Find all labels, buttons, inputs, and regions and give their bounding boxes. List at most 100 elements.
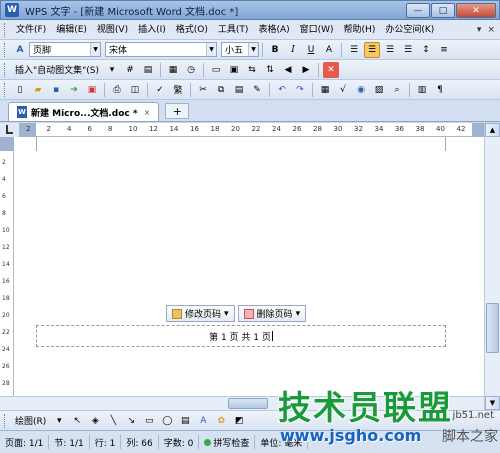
pdf-icon[interactable]: ▣	[84, 82, 100, 98]
chevron-down-icon[interactable]: ▼	[248, 43, 258, 56]
chevron-down-icon[interactable]: ▼	[90, 43, 100, 56]
fill-color-icon[interactable]: ◩	[231, 413, 247, 429]
next-icon[interactable]: ▶	[298, 62, 314, 78]
select-pointer-icon[interactable]: ↖	[69, 413, 85, 429]
page-count-icon[interactable]: ▤	[140, 62, 156, 78]
list-icon[interactable]: ≡	[436, 42, 452, 58]
scroll-thumb[interactable]	[486, 303, 499, 353]
undo-icon[interactable]: ↶	[274, 82, 290, 98]
textbox-icon[interactable]: ▤	[177, 413, 193, 429]
time-icon[interactable]: ◷	[183, 62, 199, 78]
same-as-previous-icon[interactable]: ⇆	[244, 62, 260, 78]
show-text-icon[interactable]: ▣	[226, 62, 242, 78]
show-marks-icon[interactable]: ¶	[432, 82, 448, 98]
menu-tools[interactable]: 工具(T)	[213, 20, 254, 40]
italic-button[interactable]: I	[285, 42, 301, 58]
new-doc-icon[interactable]: ▯	[12, 82, 28, 98]
style-select[interactable]: 页脚 ▼	[29, 42, 101, 57]
status-spell-check[interactable]: 拼写检查	[199, 435, 256, 449]
menu-office-space[interactable]: 办公空间(K)	[380, 20, 439, 40]
new-tab-button[interactable]: +	[165, 103, 190, 119]
clipart-icon[interactable]: ✿	[213, 413, 229, 429]
align-justify-icon[interactable]: ☰	[400, 42, 416, 58]
insert-autotext-button[interactable]: 插入"自动图文集"(S)	[11, 63, 103, 76]
bold-button[interactable]: B	[267, 42, 283, 58]
font-select[interactable]: 宋体 ▼	[105, 42, 217, 57]
toolbar-grip[interactable]	[4, 22, 7, 37]
font-size-select[interactable]: 小五 ▼	[221, 42, 259, 57]
footer-area[interactable]: 第 1 页 共 1 页	[36, 325, 446, 347]
scroll-up-icon[interactable]: ▲	[485, 123, 500, 137]
status-word-count[interactable]: 字数: 0	[159, 435, 200, 449]
menu-view[interactable]: 视图(V)	[92, 20, 133, 40]
table-icon[interactable]: ▦	[317, 82, 333, 98]
line-spacing-icon[interactable]: ↕	[418, 42, 434, 58]
ellipse-icon[interactable]: ◯	[159, 413, 175, 429]
open-folder-icon[interactable]: ▰	[30, 82, 46, 98]
draw-menu-button[interactable]: 绘图(R)	[11, 414, 50, 427]
save-icon[interactable]: ▪	[48, 82, 64, 98]
menu-edit[interactable]: 编辑(E)	[51, 20, 92, 40]
hyperlink-icon[interactable]: ◉	[353, 82, 369, 98]
font-color-button[interactable]: A	[321, 42, 337, 58]
vertical-ruler[interactable]: 24681012141618202224262830	[0, 137, 14, 410]
formula-icon[interactable]: √	[335, 82, 351, 98]
toolbar-grip[interactable]	[4, 413, 7, 428]
page-setup-icon[interactable]: ▭	[208, 62, 224, 78]
chevron-down-icon[interactable]: ▾	[51, 413, 67, 429]
close-header-footer-icon[interactable]: ✕	[323, 61, 340, 78]
chevron-down-icon[interactable]: ▼	[206, 43, 216, 56]
chevron-down-icon[interactable]: ▾	[104, 62, 120, 78]
picture-icon[interactable]: ▨	[371, 82, 387, 98]
date-icon[interactable]: ▦	[165, 62, 181, 78]
maximize-button[interactable]: □	[431, 3, 455, 18]
ruler-corner[interactable]	[0, 123, 20, 137]
arrow-icon[interactable]: ↘	[123, 413, 139, 429]
line-icon[interactable]: ╲	[105, 413, 121, 429]
cut-icon[interactable]: ✂	[195, 82, 211, 98]
previous-icon[interactable]: ◀	[280, 62, 296, 78]
delete-page-number-button[interactable]: 删除页码 ▾	[237, 305, 307, 322]
zoom-icon[interactable]: ⌕	[389, 82, 405, 98]
menu-options-icon[interactable]: ▾	[477, 25, 482, 35]
align-right-icon[interactable]: ☰	[382, 42, 398, 58]
menu-file[interactable]: 文件(F)	[11, 20, 51, 40]
close-tab-icon[interactable]: ×	[144, 108, 151, 117]
document-page[interactable]: 修改页码 ▾ 删除页码 ▾ 第 1 页 共 1 页	[14, 137, 484, 410]
toolbar-grip[interactable]	[4, 82, 7, 97]
minimize-button[interactable]: —	[406, 3, 430, 18]
edit-page-number-button[interactable]: 修改页码 ▾	[166, 305, 235, 322]
print-preview-icon[interactable]: ◫	[127, 82, 143, 98]
switch-header-footer-icon[interactable]: ⇅	[262, 62, 278, 78]
underline-button[interactable]: U	[303, 42, 319, 58]
vertical-scrollbar[interactable]: ▲ ▼	[484, 123, 500, 410]
horizontal-ruler[interactable]: 2 2 4 6 8 10 12 14 16 18 20 22 24 26 28 30 32 34 36 38 40 42	[20, 123, 484, 137]
close-window-button[interactable]: ✕	[456, 3, 496, 18]
autoshape-icon[interactable]: ◈	[87, 413, 103, 429]
status-unit[interactable]: 单位: 毫米	[255, 435, 309, 449]
scroll-down-icon[interactable]: ▼	[485, 396, 500, 410]
menu-table[interactable]: 表格(A)	[253, 20, 294, 40]
page-number-icon[interactable]: #	[122, 62, 138, 78]
wordart-icon[interactable]: A	[195, 413, 211, 429]
align-center-icon[interactable]: ☰	[364, 41, 380, 58]
menu-help[interactable]: 帮助(H)	[339, 20, 381, 40]
paste-icon[interactable]: ▤	[231, 82, 247, 98]
format-painter-icon[interactable]: ✎	[249, 82, 265, 98]
style-icon[interactable]: A	[12, 42, 28, 58]
copy-icon[interactable]: ⧉	[213, 82, 229, 98]
horizontal-scroll-thumb[interactable]	[228, 398, 268, 409]
horizontal-scrollbar[interactable]	[0, 396, 484, 410]
export-icon[interactable]: ➔	[66, 82, 82, 98]
toolbar-grip[interactable]	[4, 42, 7, 57]
columns-icon[interactable]: ▥	[414, 82, 430, 98]
menu-insert[interactable]: 插入(I)	[133, 20, 171, 40]
menu-window[interactable]: 窗口(W)	[295, 20, 339, 40]
tab-document[interactable]: W 新建 Micro...文档.doc * ×	[8, 102, 160, 121]
rectangle-icon[interactable]: ▭	[141, 413, 157, 429]
menu-format[interactable]: 格式(O)	[171, 20, 213, 40]
traditional-chinese-icon[interactable]: 繁	[170, 82, 186, 98]
spell-check-icon[interactable]: ✓	[152, 82, 168, 98]
print-icon[interactable]: ⎙	[109, 82, 125, 98]
align-left-icon[interactable]: ☰	[346, 42, 362, 58]
